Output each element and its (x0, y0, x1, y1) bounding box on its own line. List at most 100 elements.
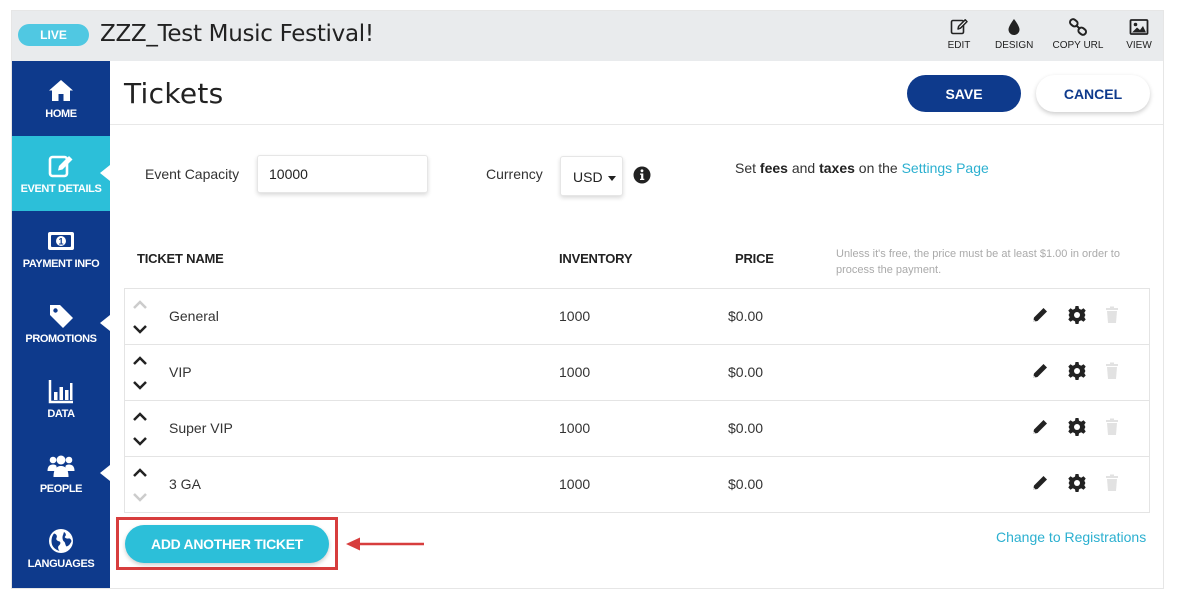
sidebar-item-label: DATA (47, 408, 75, 420)
move-up-icon (133, 300, 147, 309)
move-down-icon[interactable] (132, 434, 148, 448)
design-tool-label: DESIGN (995, 40, 1034, 51)
copy-url-tool-button[interactable]: COPY URL (1051, 17, 1105, 57)
fees-word: fees (759, 160, 788, 176)
sidebar-item-languages[interactable]: LANGUAGES (12, 511, 110, 586)
pencil-icon[interactable] (1030, 361, 1050, 381)
sidebar-item-label: PEOPLE (39, 483, 83, 495)
edit-tool-label: EDIT (947, 40, 971, 51)
fees-note-suffix: on the (854, 160, 902, 176)
ticket-inventory: 1000 (559, 308, 591, 324)
edit-icon (48, 155, 73, 178)
globe-icon (49, 529, 73, 553)
ticket-inventory: 1000 (559, 476, 591, 492)
top-bar: LIVE ZZZ_Test Music Festival! EDIT DESIG… (12, 11, 1163, 61)
gear-icon[interactable] (1067, 305, 1087, 325)
column-header-price: PRICE (735, 251, 774, 266)
submenu-indicator (100, 315, 110, 331)
gear-icon[interactable] (1067, 361, 1087, 381)
save-button[interactable]: SAVE (907, 75, 1021, 112)
copy-url-tool-label: COPY URL (1052, 40, 1104, 51)
trash-icon[interactable] (1102, 361, 1122, 381)
change-to-registrations-link[interactable]: Change to Registrations (996, 529, 1146, 545)
sidebar-item-data[interactable]: DATA (12, 361, 110, 436)
cancel-button[interactable]: CANCEL (1036, 75, 1150, 112)
move-down-icon[interactable] (132, 322, 148, 336)
ticket-name: VIP (169, 364, 192, 380)
taxes-word: taxes (819, 160, 855, 176)
move-up-icon[interactable] (132, 354, 148, 368)
move-down-icon[interactable] (132, 378, 148, 392)
ticket-price: $0.00 (728, 364, 764, 380)
ticket-table: General 1000 $0.00 VIP 1000 $0.00 Super … (124, 288, 1150, 513)
live-badge: LIVE (18, 24, 89, 46)
pencil-icon[interactable] (1030, 305, 1050, 325)
currency-select[interactable]: USD (560, 156, 623, 196)
edit-tool-button[interactable]: EDIT (947, 17, 971, 57)
fees-note: Set fees and taxes on the Settings Page (735, 160, 989, 176)
ticket-price: $0.00 (728, 308, 764, 324)
trash-icon[interactable] (1102, 305, 1122, 325)
sidebar-item-label: HOME (45, 108, 77, 120)
sidebar-item-promotions[interactable]: PROMOTIONS (12, 286, 110, 361)
gear-icon[interactable] (1067, 417, 1087, 437)
settings-page-link[interactable]: Settings Page (902, 160, 989, 176)
table-row: 3 GA 1000 $0.00 (125, 457, 1149, 513)
sidebar-item-event-details[interactable]: EVENT DETAILS (12, 136, 110, 211)
gear-icon[interactable] (1067, 473, 1087, 493)
page-title: Tickets (124, 77, 224, 110)
move-up-icon[interactable] (132, 410, 148, 424)
pencil-icon[interactable] (1030, 473, 1050, 493)
view-tool-button[interactable]: VIEW (1124, 17, 1154, 57)
sidebar-item-label: EVENT DETAILS (20, 183, 102, 195)
ticket-name: General (169, 308, 219, 324)
sidebar-item-label: LANGUAGES (27, 558, 95, 570)
view-tool-label: VIEW (1126, 40, 1152, 51)
ticket-name: Super VIP (169, 420, 233, 436)
annotation-arrow-icon (346, 537, 424, 551)
currency-value: USD (573, 169, 603, 185)
header-divider (110, 124, 1163, 125)
trash-icon[interactable] (1102, 473, 1122, 493)
fees-note-prefix: Set (735, 160, 760, 176)
home-icon (49, 80, 73, 101)
ticket-name: 3 GA (169, 476, 201, 492)
active-indicator (100, 165, 110, 181)
tag-icon (50, 305, 73, 328)
app-frame: LIVE ZZZ_Test Music Festival! EDIT DESIG… (11, 10, 1164, 589)
sidebar-item-people[interactable]: PEOPLE (12, 436, 110, 511)
link-icon (1069, 18, 1087, 36)
ticket-price: $0.00 (728, 420, 764, 436)
move-up-icon[interactable] (132, 466, 148, 480)
column-header-inventory: INVENTORY (559, 251, 633, 266)
move-down-icon (133, 493, 147, 502)
add-another-ticket-button[interactable]: ADD ANOTHER TICKET (125, 525, 329, 563)
pencil-icon[interactable] (1030, 417, 1050, 437)
caret-down-icon (608, 175, 617, 181)
event-capacity-label: Event Capacity (145, 166, 240, 182)
table-row: Super VIP 1000 $0.00 (125, 401, 1149, 457)
svg-text:1: 1 (58, 237, 63, 247)
ticket-price: $0.00 (728, 476, 764, 492)
fees-note-and: and (787, 160, 820, 176)
people-icon (47, 455, 75, 477)
table-row: VIP 1000 $0.00 (125, 345, 1149, 401)
money-icon: 1 (48, 232, 74, 250)
sidebar-item-home[interactable]: HOME (12, 61, 110, 136)
sidebar-item-payment-info[interactable]: 1 PAYMENT INFO (12, 211, 110, 286)
design-tool-button[interactable]: DESIGN (995, 17, 1033, 57)
bar-chart-icon (48, 380, 73, 404)
sidebar: HOME EVENT DETAILS 1 PAYMENT INFO PROMOT… (12, 61, 110, 588)
event-title: ZZZ_Test Music Festival! (100, 21, 374, 47)
price-note: Unless it's free, the price must be at l… (836, 248, 1120, 276)
image-icon (1129, 19, 1149, 35)
info-icon[interactable] (633, 166, 651, 184)
event-capacity-input[interactable] (257, 155, 428, 193)
droplet-icon (1008, 19, 1020, 35)
ticket-inventory: 1000 (559, 364, 591, 380)
table-row: General 1000 $0.00 (125, 289, 1149, 345)
edit-icon (950, 19, 968, 35)
sidebar-item-label: PAYMENT INFO (22, 258, 100, 270)
currency-label: Currency (486, 166, 543, 182)
trash-icon[interactable] (1102, 417, 1122, 437)
